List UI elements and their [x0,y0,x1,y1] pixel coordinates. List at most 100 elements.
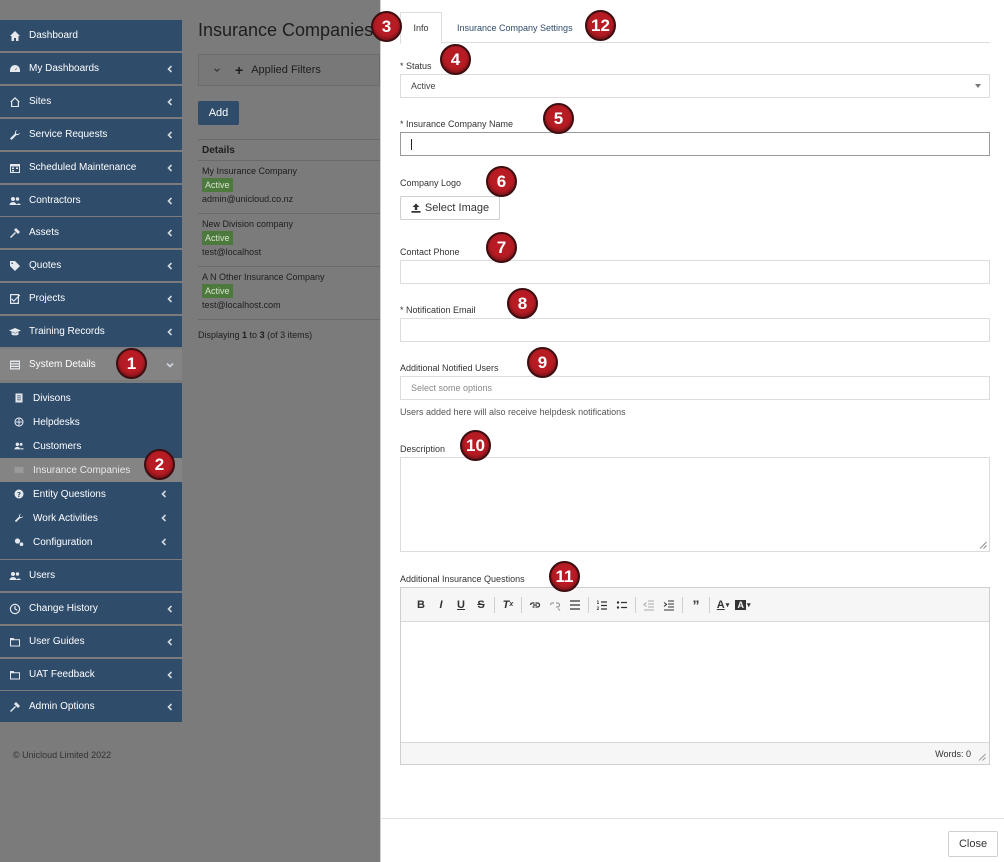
users-icon [8,194,22,208]
company-name: My Insurance Company [202,166,298,176]
chevron-left-icon [165,637,175,647]
sidebar-item-projects[interactable]: Projects [0,283,182,314]
editor-toolbar: B I U S Tx 12 ” A ▾ A ▾ [401,588,989,622]
toolbar-separator [521,596,522,613]
company-email: test@localhost.com [202,300,281,310]
applied-filters-bar[interactable]: + Applied Filters [198,54,380,86]
callout-marker-3: 3 [371,11,402,42]
bulleted-list-icon[interactable] [612,595,632,615]
count-mid: to [247,330,260,340]
sidebar-item-label: Training Records [29,326,105,337]
tab-info[interactable]: Info [400,12,442,44]
additional-notified-users-select[interactable]: Select some options [400,376,990,400]
additional-insurance-questions-label: Additional Insurance Questions [400,574,525,584]
company-logo-label: Company Logo [400,178,462,188]
sidebar: Dashboard My Dashboards Sites Service Re… [0,0,182,862]
table-row[interactable]: A N Other Insurance Company Active test@… [198,267,380,320]
sidebar-item-dashboard[interactable]: Dashboard [0,20,182,51]
table-row[interactable]: My Insurance Company Active admin@uniclo… [198,161,380,214]
calendar-icon [8,161,22,175]
sidebar-item-assets[interactable]: Assets [0,217,182,248]
background-page: Insurance Companies + Applied Filters Ad… [182,0,380,862]
text-color-icon[interactable]: A ▾ [713,595,733,615]
companies-table: Details My Insurance Company Active admi… [198,139,380,320]
strikethrough-icon[interactable]: S [471,595,491,615]
sidebar-item-label: Contractors [29,195,81,206]
submenu-item-configuration[interactable]: Configuration [0,530,182,554]
tab-insurance-company-settings[interactable]: Insurance Company Settings [457,12,573,44]
horizontal-rule-icon[interactable] [565,595,585,615]
sidebar-item-system-details[interactable]: System Details [0,349,182,380]
submenu-item-divisons[interactable]: Divisons [0,386,182,410]
chevron-left-icon [159,489,169,499]
sidebar-item-training-records[interactable]: Training Records [0,316,182,347]
callout-marker-4: 4 [440,44,471,75]
sidebar-item-sites[interactable]: Sites [0,86,182,117]
remove-format-icon[interactable]: Tx [498,595,518,615]
notification-email-label: * Notification Email [400,305,476,315]
wrench-icon [13,512,25,524]
rich-text-editor: B I U S Tx 12 ” A ▾ A ▾ Words: 0 [400,587,990,765]
submenu-item-work-activities[interactable]: Work Activities [0,506,182,530]
submenu-item-label: Entity Questions [33,488,106,500]
sidebar-item-change-history[interactable]: Change History [0,593,182,624]
link-icon[interactable] [525,595,545,615]
sidebar-item-uat-feedback[interactable]: UAT Feedback [0,659,182,690]
unlink-icon[interactable] [545,595,565,615]
sidebar-item-service-requests[interactable]: Service Requests [0,119,182,150]
sidebar-item-label: Quotes [29,260,62,271]
table-row[interactable]: New Division company Active test@localho… [198,214,380,267]
bold-icon[interactable]: B [411,595,431,615]
description-textarea[interactable] [400,457,990,552]
resize-grip-icon[interactable] [978,753,986,761]
question-icon: ? [13,488,25,500]
callout-marker-1: 1 [116,348,147,379]
editor-content-area[interactable] [401,622,989,743]
background-color-icon[interactable]: A ▾ [733,595,753,615]
underline-icon[interactable]: U [451,595,471,615]
dashboard-icon [8,62,22,76]
tag-icon [8,259,22,273]
footer-divider [381,818,1004,819]
svg-text:1: 1 [597,600,600,605]
chevron-left-icon [165,702,175,712]
insurance-company-name-label: * Insurance Company Name [400,119,514,129]
chevron-down-icon[interactable] [209,62,225,78]
sidebar-item-label: UAT Feedback [29,669,95,680]
insurance-company-name-input[interactable] [400,132,990,156]
sidebar-item-my-dashboards[interactable]: My Dashboards [0,53,182,84]
contact-phone-input[interactable] [400,260,990,284]
sidebar-item-quotes[interactable]: Quotes [0,250,182,281]
chevron-left-icon [165,327,175,337]
chevron-left-icon [159,513,169,523]
select-image-button[interactable]: Select Image [400,196,500,220]
caret-down-icon [975,84,981,88]
sidebar-item-contractors[interactable]: Contractors [0,185,182,216]
submenu-item-label: Customers [33,440,82,452]
close-button[interactable]: Close [948,831,998,857]
sidebar-item-admin-options[interactable]: Admin Options [0,691,182,722]
notification-email-input[interactable] [400,318,990,342]
folder-icon [8,668,22,682]
sidebar-item-scheduled-maintenance[interactable]: Scheduled Maintenance [0,152,182,183]
status-select[interactable]: Active [400,74,990,98]
add-button[interactable]: Add [198,101,239,125]
resize-grip-icon[interactable] [979,541,987,549]
status-value: Active [411,81,436,91]
indent-icon[interactable] [659,595,679,615]
sidebar-item-user-guides[interactable]: User Guides [0,626,182,657]
toolbar-separator [494,596,495,613]
callout-marker-8: 8 [507,288,538,319]
sidebar-item-users[interactable]: Users [0,560,182,591]
numbered-list-icon[interactable]: 12 [592,595,612,615]
folder-icon [8,635,22,649]
chevron-left-icon [165,261,175,271]
outdent-icon[interactable] [639,595,659,615]
italic-icon[interactable]: I [431,595,451,615]
home-icon [8,29,22,43]
submenu-item-helpdesks[interactable]: Helpdesks [0,410,182,434]
svg-text:2: 2 [597,606,600,611]
submenu-item-entity-questions[interactable]: ? Entity Questions [0,482,182,506]
blockquote-icon[interactable]: ” [686,595,706,615]
sidebar-item-label: System Details [29,359,96,370]
